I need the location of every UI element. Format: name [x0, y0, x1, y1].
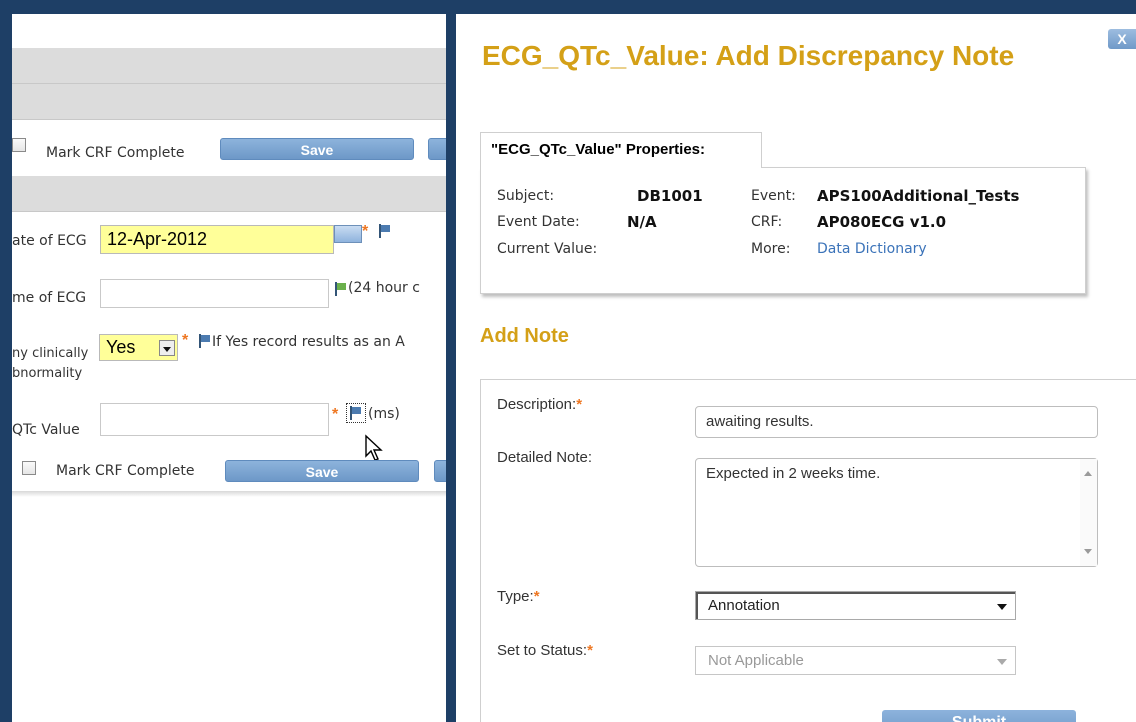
time-of-ecg-label: me of ECG [12, 290, 87, 306]
detailed-note-textarea[interactable]: Expected in 2 weeks time. [695, 458, 1098, 567]
event-label: Event: [751, 188, 796, 204]
time-hint: (24 hour c [348, 280, 420, 296]
next-button-bottom[interactable] [434, 460, 446, 482]
description-input[interactable]: awaiting results. [695, 406, 1098, 438]
chevron-down-icon [997, 604, 1007, 610]
chevron-down-icon [997, 659, 1007, 665]
qtc-required-mark: * [332, 406, 339, 423]
description-label: Description:* [497, 396, 583, 413]
properties-panel: Subject: DB1001 Event: APS100Additional_… [480, 167, 1086, 294]
mark-crf-complete-checkbox-bottom[interactable] [22, 461, 36, 475]
qtc-value-input[interactable] [100, 403, 329, 436]
clinically-required-mark: * [182, 332, 189, 349]
type-select-value: Annotation [708, 597, 780, 614]
event-value: APS100Additional_Tests [817, 187, 1020, 205]
close-button[interactable]: X [1108, 29, 1136, 49]
clinically-label-line1: ny clinically [12, 346, 89, 361]
status-select: Not Applicable [695, 646, 1016, 675]
mark-crf-complete-label-top: Mark CRF Complete [46, 145, 185, 161]
qtc-unit: (ms) [368, 406, 400, 422]
dialog-title: ECG_QTc_Value: Add Discrepancy Note [482, 40, 1015, 71]
next-button-top[interactable] [428, 138, 446, 160]
subject-value: DB1001 [637, 187, 703, 205]
status-select-value: Not Applicable [708, 652, 804, 669]
current-value-label: Current Value: [497, 241, 598, 257]
subject-label: Subject: [497, 188, 555, 204]
detailed-note-scrollbar[interactable] [1080, 459, 1097, 566]
clinically-select[interactable]: Yes [99, 334, 178, 361]
discrepancy-note-window: ECG_QTc_Value: Add Discrepancy Note X "E… [456, 14, 1136, 722]
add-note-heading: Add Note [480, 325, 569, 347]
qtc-value-label: QTc Value [12, 422, 80, 438]
crf-bottom-shadow [12, 491, 446, 497]
clinically-select-value: Yes [106, 337, 136, 357]
crf-header-bar-2 [12, 84, 446, 120]
crf-window: Mark CRF Complete Save ate of ECG 12-Apr… [12, 14, 446, 722]
detailed-note-text: Expected in 2 weeks time. [706, 465, 881, 482]
calendar-icon[interactable] [334, 225, 362, 243]
date-required-mark: * [362, 223, 369, 240]
clinically-note-flag-icon[interactable] [198, 334, 212, 348]
clinically-select-arrow-icon[interactable] [159, 340, 175, 356]
event-date-value: N/A [627, 213, 657, 231]
qtc-note-flag-icon [349, 406, 363, 420]
detailed-note-label: Detailed Note: [497, 449, 593, 466]
type-select[interactable]: Annotation [695, 591, 1016, 620]
data-dictionary-link[interactable]: Data Dictionary [817, 241, 927, 257]
clinically-label-line2: bnormality [12, 366, 83, 381]
type-label: Type:* [497, 588, 540, 605]
time-note-flag-icon[interactable] [334, 282, 348, 296]
crf-section-bar [12, 176, 446, 212]
crf-header-bar-1 [12, 48, 446, 84]
add-note-form: Description:* awaiting results. Detailed… [480, 379, 1136, 722]
date-of-ecg-label: ate of ECG [12, 233, 87, 249]
event-date-label: Event Date: [497, 214, 580, 230]
scroll-down-icon [1084, 549, 1092, 554]
more-label: More: [751, 241, 791, 257]
crf-value: AP080ECG v1.0 [817, 213, 947, 231]
status-label: Set to Status:* [497, 642, 593, 659]
time-of-ecg-input[interactable] [100, 279, 329, 308]
mark-crf-complete-checkbox-top[interactable] [12, 138, 26, 152]
date-note-flag-icon[interactable] [378, 224, 392, 238]
window-divider [446, 14, 456, 722]
scroll-up-icon [1084, 471, 1092, 476]
save-button-top[interactable]: Save [220, 138, 414, 160]
submit-button[interactable]: Submit [882, 710, 1076, 722]
qtc-note-flag-button[interactable] [346, 403, 366, 423]
save-button-bottom[interactable]: Save [225, 460, 419, 482]
clinically-hint: If Yes record results as an A [212, 334, 405, 350]
properties-tab[interactable]: "ECG_QTc_Value" Properties: [480, 132, 762, 168]
mark-crf-complete-label-bottom: Mark CRF Complete [56, 463, 195, 479]
date-of-ecg-input[interactable]: 12-Apr-2012 [100, 225, 334, 254]
crf-label: CRF: [751, 214, 783, 230]
